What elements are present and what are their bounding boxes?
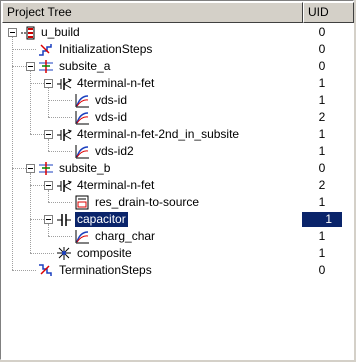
tree-node-label[interactable]: charg_char — [93, 229, 157, 244]
fet-icon — [56, 76, 72, 91]
tree-row[interactable]: InitializationSteps 0 — [2, 41, 352, 58]
tree-row[interactable]: res_drain-to-source 1 — [2, 194, 352, 211]
uid-cell: 2 — [318, 110, 326, 124]
collapse-toggle[interactable] — [26, 62, 35, 71]
tree-node-label[interactable]: 4terminal-n-fet — [75, 76, 156, 91]
uid-cell: 1 — [318, 93, 326, 107]
uid-cell: 1 — [318, 229, 326, 243]
tree-row[interactable]: vds-id2 1 — [2, 143, 352, 160]
uid-cell: 0 — [318, 25, 326, 39]
tree-row[interactable]: TerminationSteps 0 — [2, 262, 352, 279]
steps-icon — [38, 42, 54, 57]
tree-row[interactable]: 4terminal-n-fet 2 — [2, 177, 352, 194]
tree-node-label[interactable]: subsite_a — [57, 59, 112, 74]
uid-cell: 1 — [318, 144, 326, 158]
tree-row[interactable]: 4terminal-n-fet-2nd_in_subsite 1 — [2, 126, 352, 143]
tree-node-label[interactable]: InitializationSteps — [57, 42, 154, 57]
curve-icon — [74, 229, 90, 244]
uid-cell: 1 — [318, 127, 326, 141]
tree-row[interactable]: u_build 0 — [2, 24, 352, 41]
tree-row[interactable]: composite 1 — [2, 245, 352, 262]
tree-row[interactable]: subsite_b 0 — [2, 160, 352, 177]
collapse-toggle[interactable] — [44, 215, 53, 224]
collapse-toggle[interactable] — [44, 79, 53, 88]
tree-node-label[interactable]: vds-id2 — [93, 144, 136, 159]
tree-node-label[interactable]: 4terminal-n-fet-2nd_in_subsite — [75, 127, 241, 142]
fet-icon — [56, 127, 72, 142]
tree-row[interactable]: capacitor 1 — [2, 211, 352, 228]
tree-node-label[interactable]: res_drain-to-source — [93, 195, 201, 210]
column-header-uid[interactable]: UID — [303, 2, 354, 23]
column-header-project-tree[interactable]: Project Tree — [2, 2, 303, 23]
uid-cell: 0 — [318, 42, 326, 56]
tree-connector-line — [30, 173, 31, 253]
tree-node-label[interactable]: vds-id — [93, 93, 129, 108]
subsite-icon — [38, 161, 54, 176]
curve-icon — [74, 144, 90, 159]
collapse-toggle[interactable] — [44, 181, 53, 190]
project-tree-panel: Project Tree UID u_build 0 InitializationS… — [0, 0, 354, 360]
tree-node-label[interactable]: capacitor — [74, 211, 129, 228]
uid-cell: 1 — [318, 195, 326, 209]
uid-cell: 0 — [318, 59, 326, 73]
uid-cell: 1 — [318, 76, 326, 90]
tree-connector-line — [12, 37, 13, 270]
termination-icon — [38, 263, 54, 278]
collapse-toggle[interactable] — [44, 130, 53, 139]
subsite-icon — [38, 59, 54, 74]
tree-row[interactable]: vds-id 2 — [2, 109, 352, 126]
uid-cell: 0 — [318, 263, 326, 277]
collapse-toggle[interactable] — [26, 164, 35, 173]
tree-node-label[interactable]: composite — [75, 246, 134, 261]
uid-cell: 2 — [318, 178, 326, 192]
tree-connector-line — [30, 71, 31, 134]
tree-row[interactable]: subsite_a 0 — [2, 58, 352, 75]
column-header-row: Project Tree UID — [2, 2, 354, 23]
uid-cell: 0 — [318, 161, 326, 175]
tree-row[interactable]: 4terminal-n-fet 1 — [2, 75, 352, 92]
tree-node-label[interactable]: subsite_b — [57, 161, 112, 176]
curve-icon — [74, 93, 90, 108]
collapse-toggle[interactable] — [8, 28, 17, 37]
tree-node-label[interactable]: vds-id — [93, 110, 129, 125]
tree-node-label[interactable]: TerminationSteps — [57, 263, 154, 278]
tree-node-label[interactable]: 4terminal-n-fet — [75, 178, 156, 193]
uid-cell: 1 — [302, 212, 342, 227]
tree-row[interactable]: charg_char 1 — [2, 228, 352, 245]
composite-icon — [56, 246, 72, 261]
uid-cell: 1 — [318, 246, 326, 260]
fet-icon — [56, 178, 72, 193]
capacitor-icon — [56, 212, 72, 227]
tree-view[interactable]: u_build 0 InitializationSteps 0 subsite_a 0 4t… — [2, 24, 354, 360]
build-icon — [20, 25, 36, 40]
tree-row[interactable]: vds-id 1 — [2, 92, 352, 109]
curve-icon — [74, 110, 90, 125]
tree-node-label[interactable]: u_build — [39, 25, 82, 40]
document-icon — [74, 195, 90, 210]
